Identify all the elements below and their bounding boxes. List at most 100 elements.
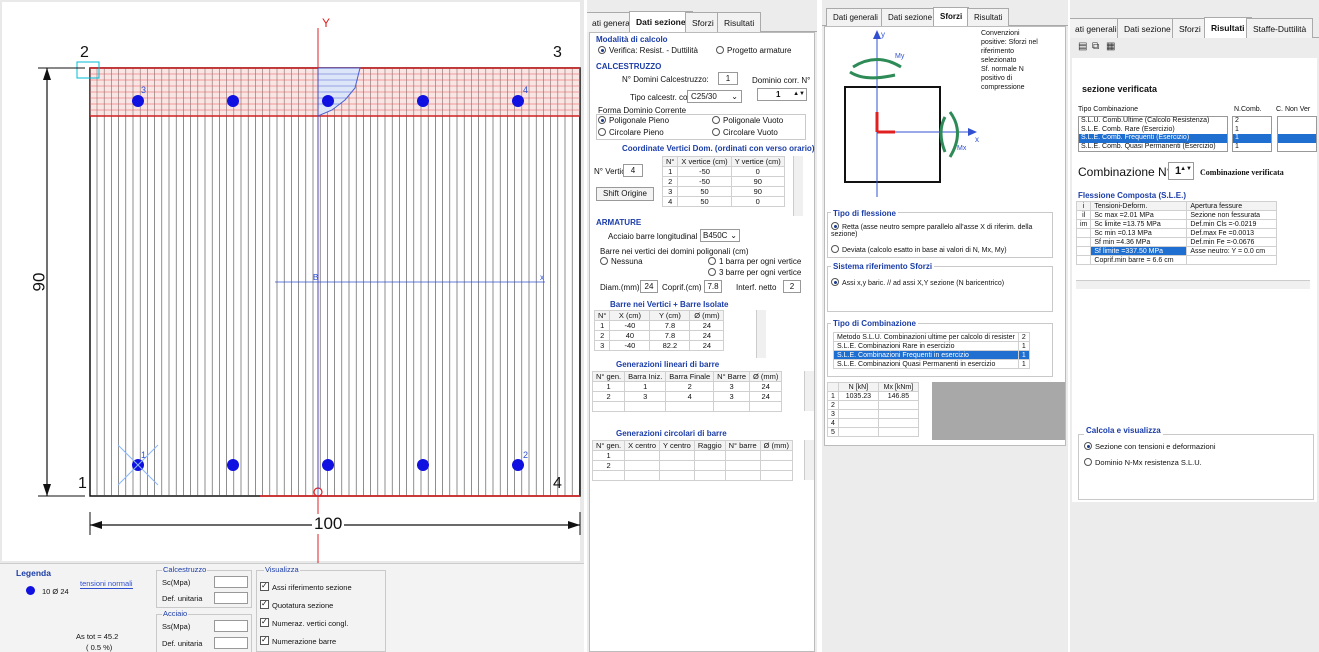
tab-dati-sezione[interactable]: Dati sezione xyxy=(881,8,940,26)
n-domini-field[interactable]: 1 xyxy=(718,72,738,85)
radio-tre-barre[interactable]: 3 barre per ogni vertice xyxy=(708,268,801,277)
tab-sforzi[interactable]: Sforzi xyxy=(685,12,721,32)
radio-una-barra[interactable]: 1 barra per ogni vertice xyxy=(708,257,801,266)
visualizza-item-barre[interactable]: Numerazione barre xyxy=(260,635,336,646)
stepper-icon[interactable]: ▲▼ xyxy=(793,89,805,100)
gen-lin-scrollbar[interactable] xyxy=(804,371,814,411)
vertici-table: N° X vertice (cm) Y vertice (cm) 1 -50 0 2 -5… xyxy=(661,156,785,207)
radio-progetto[interactable]: Progetto armature xyxy=(716,46,791,55)
tab-dati-generali[interactable]: ati generali xyxy=(1070,18,1124,38)
bar-label-4: 4 xyxy=(523,85,529,95)
radio-icon[interactable] xyxy=(712,116,720,124)
calcola-title: Calcola e visualizza xyxy=(1084,426,1163,435)
acciaio-def-field[interactable] xyxy=(214,637,248,649)
ncomb-label: N.Comb. xyxy=(1234,106,1262,113)
tab-risultati[interactable]: Risultati xyxy=(717,12,762,32)
radio-icon[interactable] xyxy=(716,46,724,54)
radio-icon[interactable] xyxy=(598,116,606,124)
table-row: 2 3 4 3 24 xyxy=(591,391,783,402)
vertici-scrollbar[interactable] xyxy=(793,156,803,216)
acciaio-ss-field[interactable] xyxy=(214,620,248,632)
checkbox-icon[interactable] xyxy=(260,635,269,645)
radio-verifica[interactable]: Verifica: Resist. - Duttilità xyxy=(598,46,698,55)
visualizza-item-numeraz[interactable]: Numeraz. vertici congl. xyxy=(260,617,348,628)
radio-icon[interactable] xyxy=(598,46,606,54)
tab-dati-sezione[interactable]: Dati sezione xyxy=(629,11,693,32)
radio-label: Poligonale Vuoto xyxy=(723,116,784,125)
radio-icon[interactable] xyxy=(1084,458,1092,466)
checkbox-icon[interactable] xyxy=(260,617,269,627)
combinazioni-list[interactable]: S.L.U. Comb.Ultime (Calcolo Resistenza) … xyxy=(1078,116,1228,152)
ncomb-list[interactable]: 2 1 1 1 xyxy=(1232,116,1272,152)
checkbox-icon[interactable] xyxy=(260,599,269,609)
tab-dati-sezione[interactable]: Dati sezione xyxy=(1117,18,1178,38)
radio-icon[interactable] xyxy=(712,128,720,136)
forma-circolare-pieno[interactable]: Circolare Pieno xyxy=(598,128,664,137)
calcestruzzo-sc-label: Sc(Mpa) xyxy=(162,578,191,587)
tab-staffe-duttilita[interactable]: Staffe-Duttilità xyxy=(1246,18,1314,38)
gen-circ-scrollbar[interactable] xyxy=(804,440,814,480)
list-item: S.L.U. Comb.Ultime (Calcolo Resistenza) xyxy=(1081,117,1210,124)
radio-icon[interactable] xyxy=(708,257,716,265)
radio-retta[interactable]: Retta (asse neutro sempre parallelo all'… xyxy=(831,222,1046,238)
forma-circolare-vuoto[interactable]: Circolare Vuoto xyxy=(712,128,778,137)
tab-dati-generali[interactable]: Dati generali xyxy=(826,8,885,26)
chart-icon[interactable]: ▦ xyxy=(1106,41,1115,52)
coprif-field[interactable]: 7.8 xyxy=(704,280,722,293)
tensioni-table[interactable]: i Tensioni-Deform. Apertura fessure il Sc m… xyxy=(1075,201,1278,265)
radio-icon[interactable] xyxy=(708,268,716,276)
forma-poligonale-pieno[interactable]: Poligonale Pieno xyxy=(598,116,669,125)
radio-deviata[interactable]: Deviata (calcolo esatto in base ai valor… xyxy=(831,245,1007,254)
tipo-cls-select[interactable]: C25/30 ⌄ xyxy=(687,90,742,103)
forma-poligonale-vuoto[interactable]: Poligonale Vuoto xyxy=(712,116,783,125)
radio-icon[interactable] xyxy=(1084,442,1092,450)
combinazione-stepper[interactable]: 1 ▲▼ xyxy=(1168,162,1194,180)
diam-field[interactable]: 24 xyxy=(640,280,658,293)
interf-field[interactable]: 2 xyxy=(783,280,801,293)
checkbox-icon[interactable] xyxy=(260,581,269,591)
stepper-icon[interactable]: ▲▼ xyxy=(1180,166,1192,172)
chevron-down-icon[interactable]: ⌄ xyxy=(731,91,738,102)
radio-dominio[interactable]: Dominio N-Mx resistenza S.L.U. xyxy=(1084,458,1202,467)
calcestruzzo-sc-field[interactable] xyxy=(214,576,248,588)
calcestruzzo-def-field[interactable] xyxy=(214,592,248,604)
acciaio-select[interactable]: B450C ⌄ xyxy=(700,229,740,242)
radio-label: Deviata (calcolo esatto in base ai valor… xyxy=(842,247,1007,254)
tab-sforzi[interactable]: Sforzi xyxy=(1172,18,1208,38)
tab-sforzi[interactable]: Sforzi xyxy=(933,7,970,26)
diam-label: Diam.(mm) xyxy=(600,283,640,292)
radio-icon[interactable] xyxy=(831,222,839,230)
radio-icon[interactable] xyxy=(831,245,839,253)
radio-sezione-tensioni[interactable]: Sezione con tensioni e deformazioni xyxy=(1084,442,1216,451)
visualizza-item-quotatura[interactable]: Quotatura sezione xyxy=(260,599,333,610)
modalita-title: Modalità di calcolo xyxy=(596,35,668,44)
barre-scrollbar[interactable] xyxy=(756,310,766,358)
forces-table[interactable]: N [kN] Mx [kNm] 1 1035.23 146.85 2 3 4 5 xyxy=(827,382,919,437)
tab-risultati[interactable]: Risultati xyxy=(1204,17,1252,38)
sforzi-body: y x My Mx Convenzioni positive: Sforzi ne… xyxy=(824,26,1066,446)
height-dimension: 90 xyxy=(29,272,49,292)
cnonver-list[interactable] xyxy=(1277,116,1317,152)
legend-bar-dot xyxy=(26,586,35,595)
n-vertici-field[interactable]: 4 xyxy=(623,164,643,177)
legend-tension-label[interactable]: tensioni normali xyxy=(80,579,133,589)
b-label: B xyxy=(313,273,319,282)
radio-icon[interactable] xyxy=(600,257,608,265)
list-item: S.L.E. Combinazioni Quasi Permanenti in … xyxy=(833,359,1030,369)
visualizza-item-assi[interactable]: Assi riferimento sezione xyxy=(260,581,352,592)
radio-assi[interactable]: Assi x,y baric. // ad assi X,Y sezione (… xyxy=(831,278,1004,287)
radio-label: Progetto armature xyxy=(727,46,792,55)
radio-icon[interactable] xyxy=(831,278,839,286)
tab-risultati[interactable]: Risultati xyxy=(967,8,1010,26)
tensioni-hscrollbar[interactable] xyxy=(1076,280,1310,289)
shift-origine-button[interactable]: Shift Origine xyxy=(596,187,654,201)
sistema-title: Sistema riferimento Sforzi xyxy=(831,262,935,271)
combinazione-list[interactable]: Metodo S.L.U. Combinazioni ultime per ca… xyxy=(833,332,1030,369)
copy-icon[interactable]: ⧉ xyxy=(1092,41,1099,52)
radio-icon[interactable] xyxy=(598,128,606,136)
dominio-corr-stepper[interactable]: 1 ▲▼ xyxy=(757,88,807,101)
chevron-down-icon[interactable]: ⌄ xyxy=(730,230,737,241)
document-icon[interactable]: ▤ xyxy=(1078,41,1087,52)
tab-bar: ati generali Dati sezione Sforzi Risulta… xyxy=(1070,17,1319,38)
radio-nessuna[interactable]: Nessuna xyxy=(600,257,643,266)
